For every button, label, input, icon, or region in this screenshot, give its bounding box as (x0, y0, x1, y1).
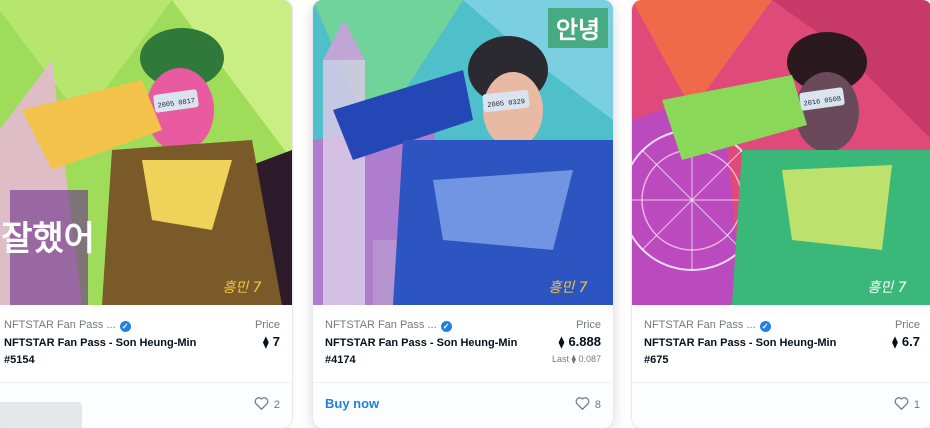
nft-name[interactable]: NFTSTAR Fan Pass - Son Heung-Min #675 (644, 335, 844, 369)
last-sale-price: Last ⧫ 0.087 (551, 354, 601, 364)
eth-icon: ⧫ (891, 335, 898, 349)
eth-icon: ⧫ (558, 335, 565, 349)
loading-placeholder (0, 402, 82, 428)
favorite-button[interactable]: 2 (254, 396, 280, 413)
favorite-count: 8 (594, 398, 601, 411)
nft-card[interactable]: 2005 0329 안녕 흥민 7 NFTSTAR Fan Pass ... ✓ … (313, 0, 613, 428)
eth-icon: ⧫ (262, 335, 269, 349)
favorite-button[interactable]: 1 (894, 396, 920, 413)
card-footer: 1 (632, 382, 930, 428)
favorite-button[interactable]: 8 (575, 396, 601, 413)
eth-icon: ⧫ (571, 354, 576, 364)
verified-badge-icon: ✓ (440, 321, 452, 332)
price-label: Price (254, 319, 280, 331)
price-label: Price (575, 319, 601, 331)
price-value: ⧫ 6.888 (558, 334, 601, 349)
card-footer: Buy now 8 (313, 382, 613, 428)
heart-icon (894, 396, 909, 413)
artwork-signature: 흥민 7 (867, 280, 906, 296)
card-footer: 2 (0, 382, 292, 428)
collection-name[interactable]: NFTSTAR Fan Pass ... ✓ (644, 319, 771, 332)
nft-name[interactable]: NFTSTAR Fan Pass - Son Heung-Min #4174 (325, 335, 525, 369)
nft-artwork-image[interactable]: 2005 0817 잘했어 흥민 7 (0, 0, 292, 305)
favorite-count: 2 (273, 398, 280, 411)
verified-badge-icon: ✓ (119, 321, 131, 332)
buy-now-button[interactable]: Buy now (325, 396, 379, 411)
collection-name[interactable]: NFTSTAR Fan Pass ... ✓ (325, 319, 452, 332)
nft-name[interactable]: NFTSTAR Fan Pass - Son Heung-Min #5154 (4, 335, 204, 369)
collection-name[interactable]: NFTSTAR Fan Pass ... ✓ (4, 319, 131, 332)
artwork-korean-text: 잘했어 (1, 219, 95, 259)
heart-icon (575, 396, 590, 413)
nft-card[interactable]: 2005 0817 잘했어 흥민 7 NFTSTAR Fan Pass ... ✓… (0, 0, 292, 428)
price-label: Price (894, 319, 920, 331)
favorite-count: 1 (913, 398, 920, 411)
heart-icon (254, 396, 269, 413)
nft-artwork-image[interactable]: 2016 0508 흥민 7 (632, 0, 930, 305)
nft-artwork-image[interactable]: 2005 0329 안녕 흥민 7 (313, 0, 613, 305)
price-value: ⧫ 6.7 (891, 334, 920, 349)
nft-card[interactable]: 2016 0508 흥민 7 NFTSTAR Fan Pass ... ✓ NFT… (632, 0, 930, 428)
price-value: ⧫ 7 (262, 334, 280, 349)
artwork-signature: 흥민 7 (548, 280, 587, 296)
artwork-korean-text: 안녕 (556, 16, 600, 44)
verified-badge-icon: ✓ (759, 321, 771, 332)
artwork-signature: 흥민 7 (222, 280, 261, 296)
